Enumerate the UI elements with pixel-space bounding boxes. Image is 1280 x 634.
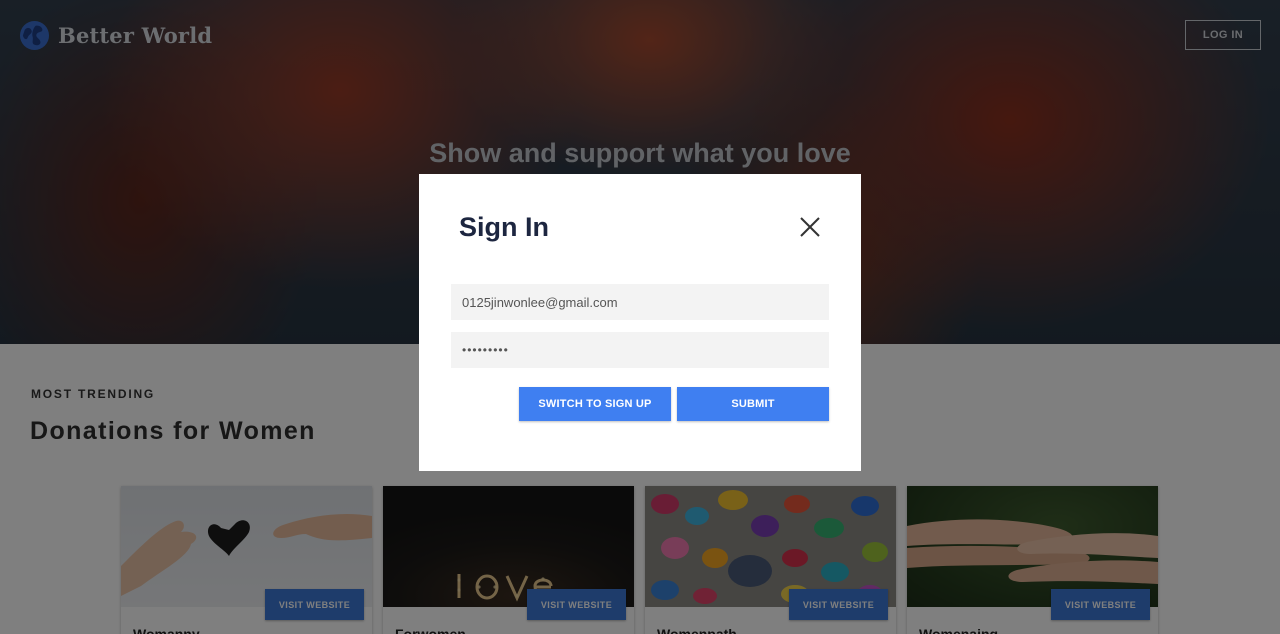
password-field[interactable] bbox=[451, 332, 829, 368]
email-field[interactable] bbox=[451, 284, 829, 320]
modal-title: Sign In bbox=[459, 212, 549, 242]
sign-in-modal: Sign In SWITCH TO SIGN UP SUBMIT bbox=[419, 174, 861, 471]
switch-to-sign-up-button[interactable]: SWITCH TO SIGN UP bbox=[519, 387, 671, 421]
close-button[interactable] bbox=[795, 212, 825, 242]
close-icon bbox=[800, 217, 820, 237]
submit-button[interactable]: SUBMIT bbox=[677, 387, 829, 421]
